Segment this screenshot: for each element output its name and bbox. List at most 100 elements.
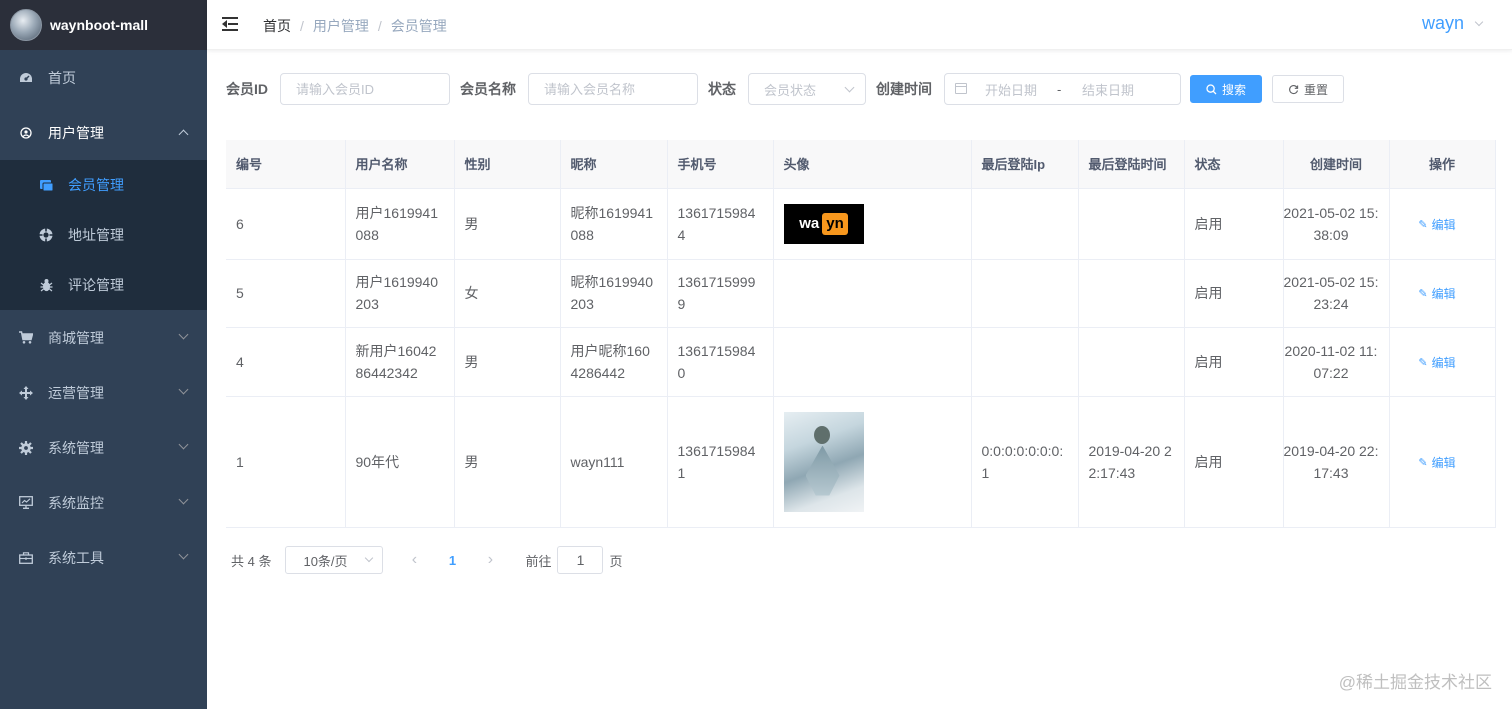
table-row: 5 用户1619940203 女 昵称1619940203 1361715999… bbox=[226, 259, 1496, 328]
page-size-value: 10条/页 bbox=[303, 553, 348, 569]
sidebar-item-member-management[interactable]: 会员管理 bbox=[0, 160, 207, 210]
cell-gender: 男 bbox=[454, 396, 561, 528]
page-jump-input[interactable] bbox=[557, 546, 604, 574]
start-date-input[interactable]: 开始日期 bbox=[985, 80, 1037, 99]
column-header: 用户名称 bbox=[345, 140, 455, 189]
table-row: 6 用户1619941088 男 昵称1619941088 1361715984… bbox=[226, 188, 1496, 260]
cell-nickname: 昵称1619941088 bbox=[560, 188, 668, 260]
cell-gender: 女 bbox=[454, 259, 561, 328]
search-button-label: 搜索 bbox=[1221, 82, 1246, 97]
chevron-down-icon bbox=[1474, 17, 1484, 26]
cell-created-time: 2019-04-20 22:17:43 bbox=[1283, 396, 1390, 528]
cell-last-ip: 0:0:0:0:0:0:0:1 bbox=[971, 396, 1079, 528]
cell-avatar bbox=[773, 396, 972, 528]
column-header: 操作 bbox=[1389, 140, 1496, 189]
edit-icon: ✎ bbox=[1418, 356, 1428, 369]
reset-button-label: 重置 bbox=[1303, 82, 1328, 97]
edit-button[interactable]: ✎ 编辑 bbox=[1418, 214, 1455, 236]
member-name-label: 会员名称 bbox=[460, 81, 516, 97]
sidebar-item-mall-management[interactable]: 商城管理 bbox=[0, 310, 207, 365]
edit-icon: ✎ bbox=[1418, 456, 1428, 469]
sidebar-item-address-management[interactable]: 地址管理 bbox=[0, 210, 207, 260]
cell-actions: ✎ 编辑 bbox=[1389, 327, 1496, 397]
cell-id: 1 bbox=[226, 396, 346, 528]
cell-status: 启用 bbox=[1184, 188, 1284, 260]
logo-avatar bbox=[10, 9, 42, 41]
chevron-down-icon bbox=[365, 553, 374, 563]
edit-label: 编辑 bbox=[1431, 455, 1456, 470]
sidebar-item-system-tools[interactable]: 系统工具 bbox=[0, 530, 207, 585]
sidebar-item-home[interactable]: 首页 bbox=[0, 50, 207, 105]
cell-last-ip bbox=[971, 327, 1079, 397]
end-date-input[interactable]: 结束日期 bbox=[1082, 80, 1134, 99]
cell-avatar: wa yn bbox=[773, 188, 972, 260]
cell-username: 用户1619940203 bbox=[345, 259, 455, 328]
member-name-input[interactable] bbox=[528, 73, 698, 105]
member-id-input[interactable] bbox=[280, 73, 450, 105]
cell-last-login-time bbox=[1078, 259, 1185, 328]
cell-nickname: 昵称1619940203 bbox=[560, 259, 668, 328]
logo-title: waynboot-mall bbox=[50, 17, 149, 33]
refresh-icon bbox=[1289, 84, 1299, 94]
pagination-total: 共 4 条 bbox=[231, 553, 272, 569]
prev-page-button[interactable]: ‹ bbox=[399, 546, 429, 574]
cell-username: 新用户1604286442342 bbox=[345, 327, 455, 397]
breadcrumb-home[interactable]: 首页 bbox=[263, 16, 291, 36]
column-header: 昵称 bbox=[560, 140, 668, 189]
cell-last-login-time: 2019-04-20 22:17:43 bbox=[1078, 396, 1185, 528]
sidebar-item-operations-management[interactable]: 运营管理 bbox=[0, 365, 207, 420]
status-label: 状态 bbox=[708, 81, 736, 97]
cell-username: 用户1619941088 bbox=[345, 188, 455, 260]
column-header: 编号 bbox=[226, 140, 346, 189]
table-row: 1 90年代 男 wayn111 13617159841 0:0:0:0:0:0… bbox=[226, 396, 1496, 528]
calendar-icon bbox=[955, 83, 967, 94]
user-menu[interactable]: wayn bbox=[1422, 13, 1484, 34]
table-row: 4 新用户1604286442342 男 用户昵称1604286442 1361… bbox=[226, 327, 1496, 397]
cell-phone: 13617159840 bbox=[667, 327, 774, 397]
cell-created-time: 2021-05-02 15:38:09 bbox=[1283, 188, 1390, 260]
edit-icon: ✎ bbox=[1418, 218, 1428, 231]
cell-actions: ✎ 编辑 bbox=[1389, 259, 1496, 328]
edit-button[interactable]: ✎ 编辑 bbox=[1418, 452, 1455, 474]
column-header: 头像 bbox=[773, 140, 972, 189]
breadcrumb: 首页 / 用户管理 / 会员管理 bbox=[263, 16, 447, 36]
cell-created-time: 2020-11-02 11:07:22 bbox=[1283, 327, 1390, 397]
member-table: 编号 用户名称 性别 昵称 手机号 头像 最后登陆Ip 最后登陆时间 状态 创建… bbox=[226, 140, 1496, 528]
chevron-down-icon bbox=[178, 549, 189, 560]
sidebar-item-label: 会员管理 bbox=[68, 177, 124, 193]
search-button[interactable]: 搜索 bbox=[1190, 75, 1262, 103]
page-size-select[interactable]: 10条/页 bbox=[285, 546, 384, 574]
chevron-down-icon bbox=[844, 82, 855, 93]
edit-button[interactable]: ✎ 编辑 bbox=[1418, 283, 1455, 305]
chevron-down-icon bbox=[178, 329, 189, 340]
created-time-label: 创建时间 bbox=[876, 81, 932, 97]
cell-nickname: wayn111 bbox=[560, 396, 668, 528]
cell-last-ip bbox=[971, 188, 1079, 260]
edit-button[interactable]: ✎ 编辑 bbox=[1418, 352, 1455, 374]
sidebar-item-label: 评论管理 bbox=[68, 277, 124, 293]
peoples-icon bbox=[19, 126, 33, 140]
edit-label: 编辑 bbox=[1431, 355, 1456, 370]
cell-status: 启用 bbox=[1184, 327, 1284, 397]
table-header-row: 编号 用户名称 性别 昵称 手机号 头像 最后登陆Ip 最后登陆时间 状态 创建… bbox=[226, 140, 1496, 189]
sidebar-item-system-management[interactable]: 系统管理 bbox=[0, 420, 207, 475]
cell-status: 启用 bbox=[1184, 259, 1284, 328]
location-icon bbox=[39, 228, 53, 242]
page-number-1[interactable]: 1 bbox=[437, 546, 467, 574]
logo[interactable]: waynboot-mall bbox=[0, 0, 207, 50]
member-card-icon bbox=[39, 178, 53, 192]
sidebar-item-comment-management[interactable]: 评论管理 bbox=[0, 260, 207, 310]
cell-last-login-time bbox=[1078, 327, 1185, 397]
sidebar-item-user-management[interactable]: 用户管理 bbox=[0, 105, 207, 160]
member-id-label: 会员ID bbox=[226, 81, 268, 97]
sidebar-item-system-monitor[interactable]: 系统监控 bbox=[0, 475, 207, 530]
status-select[interactable]: 会员状态 bbox=[748, 73, 866, 105]
reset-button[interactable]: 重置 bbox=[1272, 75, 1344, 103]
sidebar-item-label: 系统管理 bbox=[48, 439, 104, 456]
avatar-logo-left: wa bbox=[799, 214, 820, 232]
next-page-button[interactable]: › bbox=[475, 546, 505, 574]
dashboard-icon bbox=[19, 71, 33, 85]
hamburger-icon[interactable] bbox=[222, 15, 240, 33]
date-range-picker[interactable]: 开始日期 - 结束日期 bbox=[944, 73, 1181, 105]
bug-icon bbox=[39, 278, 53, 292]
